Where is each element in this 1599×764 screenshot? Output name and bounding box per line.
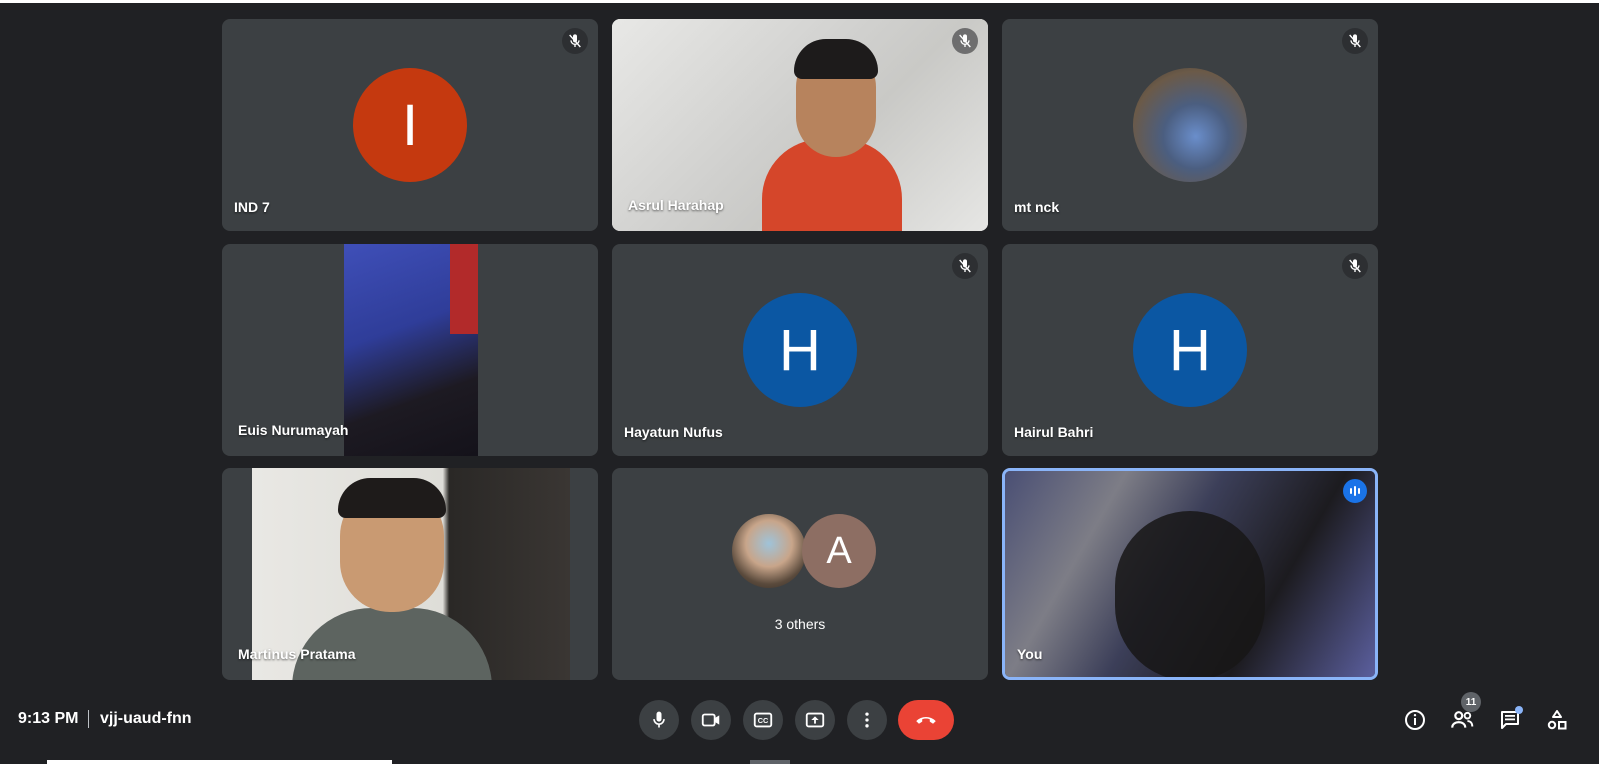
chat-notification-dot bbox=[1515, 706, 1523, 714]
bottom-white-bar bbox=[47, 760, 392, 764]
participant-tile[interactable]: Euis Nurumayah bbox=[222, 244, 598, 456]
participant-tile[interactable]: I IND 7 bbox=[222, 19, 598, 231]
hair-shape bbox=[338, 478, 446, 518]
red-stripe bbox=[450, 244, 478, 334]
participant-tile[interactable]: H Hairul Bahri bbox=[1002, 244, 1378, 456]
participant-name: Euis Nurumayah bbox=[238, 422, 349, 438]
camera-icon bbox=[701, 713, 720, 727]
clock: 9:13 PM bbox=[18, 710, 79, 727]
hair-shape bbox=[794, 39, 878, 79]
participant-name: Martinus Pratama bbox=[238, 646, 356, 662]
mic-off-icon bbox=[952, 253, 978, 279]
participant-count-badge: 11 bbox=[1461, 692, 1481, 712]
participant-name: You bbox=[1017, 646, 1043, 662]
mic-off-icon bbox=[952, 28, 978, 54]
present-button[interactable] bbox=[795, 700, 835, 740]
participant-tile[interactable]: mt nck bbox=[1002, 19, 1378, 231]
mic-off-icon bbox=[1342, 28, 1368, 54]
mic-button[interactable] bbox=[639, 700, 679, 740]
avatar: H bbox=[1133, 293, 1247, 407]
mic-icon bbox=[653, 711, 665, 728]
speaking-indicator-icon bbox=[1343, 479, 1367, 503]
avatar: H bbox=[743, 293, 857, 407]
mic-off-icon bbox=[562, 28, 588, 54]
more-icon bbox=[865, 712, 869, 728]
others-label: 3 others bbox=[774, 616, 826, 632]
participant-tile[interactable]: Asrul Harahap bbox=[612, 19, 988, 231]
participant-name: Hayatun Nufus bbox=[624, 424, 723, 440]
meeting-info-button[interactable] bbox=[1399, 704, 1431, 736]
leave-call-button[interactable] bbox=[898, 700, 954, 740]
avatar: A bbox=[802, 514, 876, 588]
participant-name: Asrul Harahap bbox=[628, 197, 724, 213]
more-options-button[interactable] bbox=[847, 700, 887, 740]
self-tile[interactable]: You bbox=[1002, 468, 1378, 680]
bottom-handle bbox=[750, 760, 790, 764]
avatar: I bbox=[353, 68, 467, 182]
hangup-icon bbox=[916, 717, 936, 724]
captions-icon: CC bbox=[753, 712, 773, 728]
meeting-code: vjj-uaud-fnn bbox=[100, 710, 192, 727]
divider bbox=[88, 710, 89, 728]
present-icon bbox=[805, 712, 825, 728]
captions-button[interactable]: CC bbox=[743, 700, 783, 740]
person-shape bbox=[1115, 511, 1265, 677]
profile-photo bbox=[732, 514, 806, 588]
camera-button[interactable] bbox=[691, 700, 731, 740]
svg-text:CC: CC bbox=[758, 716, 769, 725]
mic-off-icon bbox=[1342, 253, 1368, 279]
info-icon bbox=[1405, 710, 1425, 730]
participant-name: Hairul Bahri bbox=[1014, 424, 1094, 440]
participant-tile[interactable]: H Hayatun Nufus bbox=[612, 244, 988, 456]
top-edge bbox=[0, 0, 1599, 3]
participant-tile[interactable]: A 3 others bbox=[612, 468, 988, 680]
participant-name: mt nck bbox=[1014, 199, 1060, 215]
activities-button[interactable] bbox=[1541, 704, 1573, 736]
activities-icon bbox=[1547, 710, 1567, 730]
profile-photo bbox=[1133, 68, 1247, 182]
participant-tile[interactable]: Martinus Pratama bbox=[222, 468, 598, 680]
participant-name: IND 7 bbox=[234, 199, 270, 215]
